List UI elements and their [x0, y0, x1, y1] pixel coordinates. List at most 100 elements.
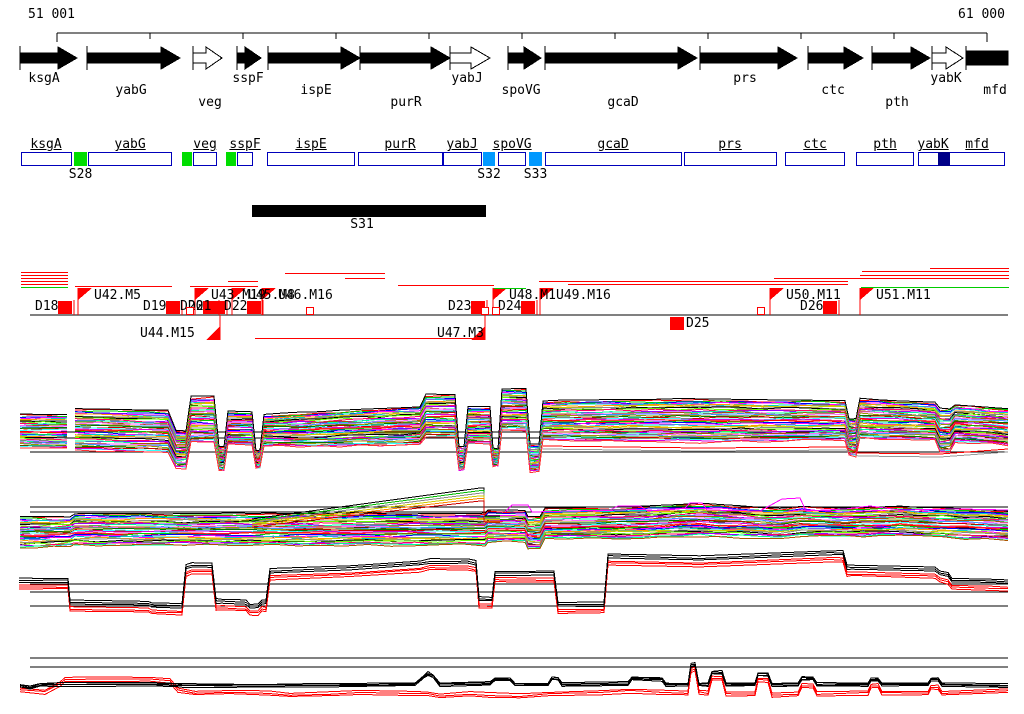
flag-D22[interactable]: [247, 301, 261, 314]
gene-box-label-ctc: ctc: [803, 137, 827, 152]
gene-box-sspF[interactable]: [237, 152, 253, 166]
marker-S28[interactable]: [74, 152, 87, 166]
signal-line: [19, 418, 68, 421]
signal-cluster-line-band3: [18, 552, 1009, 607]
gene-arrow-sspF[interactable]: [236, 46, 262, 70]
gene-arrow-label-ispE: ispE: [300, 83, 332, 98]
flag-U50.M11[interactable]: [770, 288, 784, 300]
flag-label-U49.M16[interactable]: U49.M16: [556, 289, 611, 302]
gene-box-gcaD[interactable]: [545, 152, 682, 166]
coverage-line: [539, 281, 848, 282]
gene-box-label-prs: prs: [718, 137, 742, 152]
gene-arrow-yabG[interactable]: [86, 46, 181, 70]
flag-label-D19[interactable]: D19: [143, 300, 166, 313]
gene-arrow-label-yabJ: yabJ: [451, 71, 483, 86]
coverage-line: [75, 286, 172, 287]
gene-arrow-label-veg: veg: [198, 95, 222, 110]
gene-arrow-purR[interactable]: [359, 46, 451, 70]
flag-D19[interactable]: [166, 301, 180, 314]
gene-box-veg[interactable]: [193, 152, 217, 166]
coverage-line: [21, 278, 68, 279]
gene-box-label-yabK: yabK: [917, 137, 949, 152]
gene-arrow-yabK[interactable]: [931, 46, 964, 70]
coverage-line: [21, 272, 68, 273]
marker-label-S28: S28: [68, 167, 93, 182]
coverage-line: [285, 273, 385, 274]
gene-box-label-yabJ: yabJ: [446, 137, 478, 152]
gene-box-ctc[interactable]: [785, 152, 845, 166]
marker-S32[interactable]: [483, 152, 495, 166]
coverage-line: [228, 281, 258, 282]
flag-label-D26[interactable]: D26: [800, 300, 823, 313]
flag-label-D18[interactable]: D18: [35, 300, 58, 313]
gene-box-label-purR: purR: [384, 137, 416, 152]
gene-arrow-pth[interactable]: [871, 46, 931, 70]
gene-box-label-ksgA: ksgA: [30, 137, 62, 152]
flag-label-U46.M16[interactable]: U46.M16: [278, 289, 333, 302]
gene-arrow-veg[interactable]: [192, 46, 223, 70]
segment-bar-label: S31: [350, 217, 374, 232]
segment-bar-S31[interactable]: [252, 205, 486, 217]
flag-U44.M15[interactable]: [206, 326, 220, 340]
marker-unlabeled-2[interactable]: [226, 152, 236, 166]
marker-S33[interactable]: [529, 152, 542, 166]
coverage-line: [774, 278, 1009, 279]
gene-box-yabJ[interactable]: [443, 152, 482, 166]
gene-arrow-prs[interactable]: [699, 46, 798, 70]
flag-label-D25[interactable]: D25: [686, 317, 709, 330]
marker-label-S33: S33: [523, 167, 548, 182]
gene-arrow-label-spoVG: spoVG: [501, 83, 541, 98]
coverage-line: [568, 284, 848, 285]
coverage-line: [21, 284, 68, 285]
gene-box-spoVG[interactable]: [498, 152, 526, 166]
gene-arrow-label-prs: prs: [733, 71, 757, 86]
gene-arrow-yabJ[interactable]: [449, 46, 491, 70]
gene-arrow-label-pth: pth: [885, 95, 909, 110]
flag-U42.M5[interactable]: [78, 288, 92, 300]
gene-arrow-gcaD[interactable]: [544, 46, 698, 70]
flag-label-U47.M3[interactable]: U47.M3: [437, 327, 484, 340]
gene-arrow-spoVG[interactable]: [507, 46, 542, 70]
gene-box-label-ispE: ispE: [295, 137, 327, 152]
flag-D24[interactable]: [521, 301, 535, 314]
gene-box-purR[interactable]: [358, 152, 443, 166]
gene-box-yabG[interactable]: [88, 152, 172, 166]
gene-arrow-ispE[interactable]: [267, 46, 361, 70]
gene-box-yabK[interactable]: [918, 152, 1005, 166]
gene-box-ispE[interactable]: [267, 152, 355, 166]
flag-hollow-square: [306, 307, 314, 315]
flag-label-D23[interactable]: D23: [448, 300, 471, 313]
genome-browser-view: 51 001 61 000 ksgA yabG veg sspF ispE purR yab…: [0, 0, 1024, 714]
flag-label-U42.M5[interactable]: U42.M5: [94, 289, 141, 302]
gene-arrow-mfd[interactable]: [965, 50, 1009, 66]
gene-box-label-gcaD: gcaD: [597, 137, 629, 152]
flag-D25[interactable]: [670, 317, 684, 330]
coverage-line: [21, 281, 68, 282]
gene-arrow-label-yabK: yabK: [930, 71, 962, 86]
coverage-line: [398, 285, 494, 286]
gene-box-label-mfd: mfd: [965, 137, 989, 152]
gene-arrow-ksgA[interactable]: [19, 46, 78, 70]
flag-label-U44.M15[interactable]: U44.M15: [140, 327, 195, 340]
coordinate-start-label: 51 001: [28, 7, 75, 22]
flag-D18[interactable]: [58, 301, 72, 314]
gene-arrow-label-yabG: yabG: [115, 83, 147, 98]
gene-arrow-label-gcaD: gcaD: [607, 95, 639, 110]
signal-outlier: [542, 448, 1009, 458]
marker-unlabeled-1[interactable]: [182, 152, 192, 166]
flag-label-D24[interactable]: D24: [498, 300, 521, 313]
gene-box-prs[interactable]: [684, 152, 777, 166]
coverage-line: [862, 271, 1009, 272]
gene-box-pth[interactable]: [856, 152, 914, 166]
marker-unlabeled-5[interactable]: [938, 152, 950, 166]
coverage-line: [345, 278, 385, 279]
flag-hollow-square: [186, 307, 194, 315]
flag-hollow-square: [481, 307, 489, 315]
flag-U51.M11[interactable]: [860, 288, 874, 300]
flag-label-U51.M11[interactable]: U51.M11: [876, 289, 931, 302]
flag-D26[interactable]: [823, 301, 837, 314]
flag-label-D22[interactable]: D22: [224, 300, 247, 313]
gene-arrow-ctc[interactable]: [807, 46, 864, 70]
flag-D21[interactable]: [211, 301, 225, 314]
gene-box-ksgA[interactable]: [21, 152, 72, 166]
